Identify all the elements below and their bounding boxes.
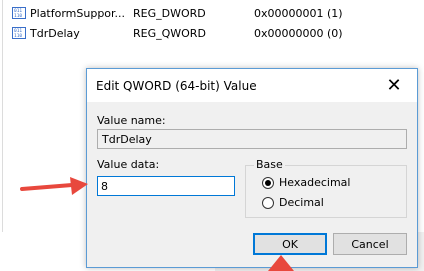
- base-label: Base: [254, 158, 285, 171]
- annotation-arrow-icon: [268, 255, 294, 271]
- value-name-field: TdrDelay: [97, 129, 407, 149]
- svg-text:110: 110: [14, 13, 22, 19]
- radio-unselected-icon: [262, 196, 274, 209]
- list-item-type: REG_DWORD: [133, 7, 206, 20]
- decimal-label: Decimal: [279, 196, 324, 209]
- list-item-name: PlatformSuppor...: [30, 7, 126, 20]
- list-item-platformsupport[interactable]: 011 110 PlatformSuppor... REG_DWORD 0x00…: [0, 5, 424, 23]
- list-item-data: 0x00000000 (0): [254, 27, 343, 40]
- value-data-label: Value data:: [97, 158, 160, 171]
- annotation-arrow-icon: [20, 177, 88, 195]
- decimal-radio[interactable]: Decimal: [262, 196, 324, 209]
- dialog-titlebar[interactable]: Edit QWORD (64-bit) Value ✕: [87, 69, 417, 102]
- cancel-button[interactable]: Cancel: [333, 233, 407, 255]
- value-data-input[interactable]: [97, 176, 235, 196]
- value-name-label: Value name:: [97, 114, 166, 127]
- list-item-tdrdelay[interactable]: 011 110 TdrDelay REG_QWORD 0x00000000 (0…: [0, 25, 424, 43]
- ok-button[interactable]: OK: [253, 233, 327, 255]
- list-item-name: TdrDelay: [30, 27, 80, 40]
- svg-text:110: 110: [14, 33, 22, 39]
- radio-selected-icon: [262, 176, 274, 189]
- hexadecimal-radio[interactable]: Hexadecimal: [262, 176, 350, 189]
- list-item-data: 0x00000001 (1): [254, 7, 343, 20]
- registry-binary-icon: 011 110: [12, 27, 26, 39]
- edit-qword-dialog: Edit QWORD (64-bit) Value ✕ Value name: …: [86, 68, 418, 268]
- registry-binary-icon: 011 110: [12, 7, 26, 19]
- base-groupbox: Base Hexadecimal Decimal: [245, 158, 407, 218]
- list-item-type: REG_QWORD: [133, 27, 206, 40]
- hexadecimal-label: Hexadecimal: [279, 176, 351, 189]
- close-icon[interactable]: ✕: [371, 69, 417, 102]
- dialog-title: Edit QWORD (64-bit) Value: [96, 79, 257, 93]
